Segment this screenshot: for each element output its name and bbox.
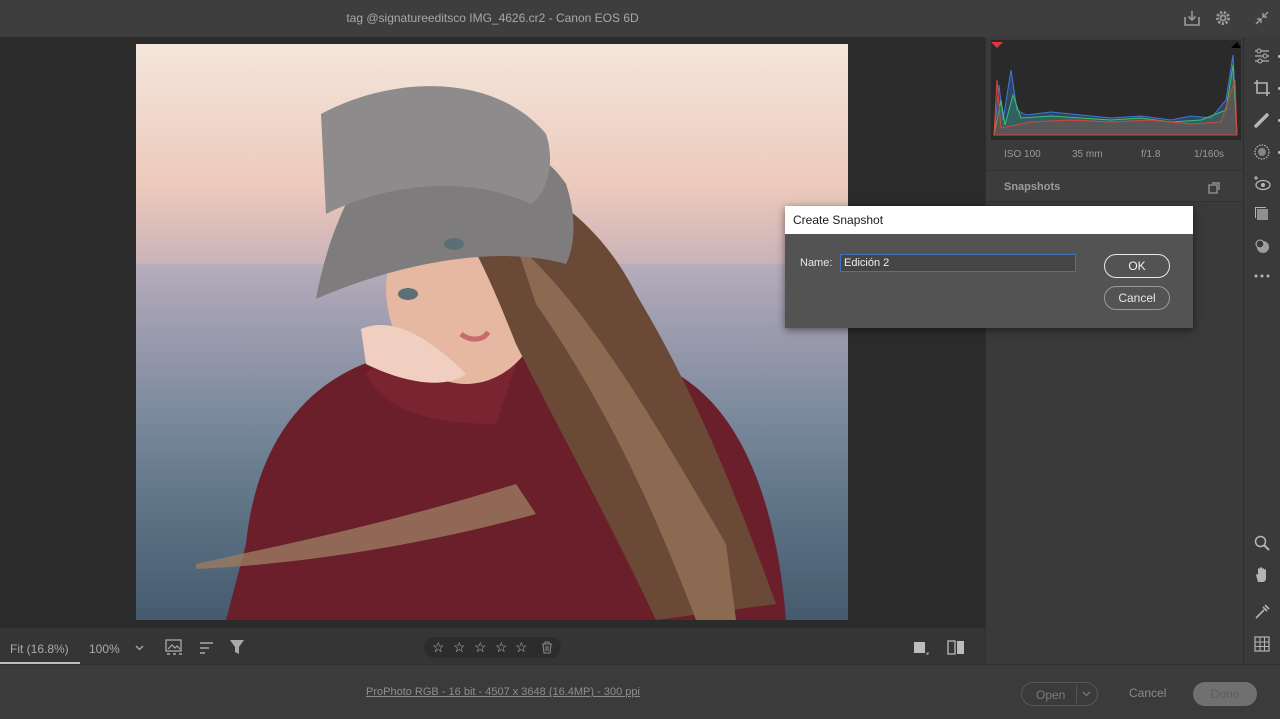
snapshot-name-input[interactable] xyxy=(840,254,1076,272)
presets-icon[interactable] xyxy=(1253,237,1271,255)
snapshots-icon[interactable] xyxy=(1253,205,1271,223)
red-eye-icon[interactable] xyxy=(1253,175,1271,193)
gear-icon[interactable] xyxy=(1214,9,1232,27)
bottom-bar: ProPhoto RGB - 16 bit - 4507 x 3648 (16.… xyxy=(0,664,1280,719)
dialog-header: Create Snapshot xyxy=(785,206,1193,234)
filmstrip-icon[interactable] xyxy=(165,639,185,656)
workflow-options-link[interactable]: ProPhoto RGB - 16 bit - 4507 x 3648 (16.… xyxy=(366,686,640,698)
before-after-icon[interactable] xyxy=(913,641,929,655)
zoom-fit-button[interactable]: Fit (16.8%) xyxy=(10,642,69,656)
new-snapshot-icon[interactable] xyxy=(1208,182,1220,194)
masking-icon[interactable] xyxy=(1253,143,1271,161)
highlight-clip-warning-icon[interactable] xyxy=(1231,42,1241,48)
open-button-label: Open xyxy=(1036,688,1066,702)
ok-button[interactable]: OK xyxy=(1104,254,1170,278)
collapse-icon[interactable] xyxy=(1253,9,1271,27)
save-icon[interactable] xyxy=(1183,9,1201,27)
open-divider xyxy=(1076,685,1077,703)
dialog-cancel-button[interactable]: Cancel xyxy=(1104,286,1170,310)
rating-star-4[interactable]: ☆ xyxy=(495,639,508,656)
zoom-icon[interactable] xyxy=(1253,534,1271,552)
snapshots-title: Snapshots xyxy=(1004,181,1061,193)
filter-icon[interactable] xyxy=(229,639,247,656)
done-button[interactable]: Done xyxy=(1193,682,1257,706)
camera-raw-window: tag @signatureeditsco IMG_4626.cr2 - Can… xyxy=(0,0,1280,719)
grid-overlay-icon[interactable] xyxy=(1253,635,1271,653)
rating-star-2[interactable]: ☆ xyxy=(453,639,466,656)
title-bar: tag @signatureeditsco IMG_4626.cr2 - Can… xyxy=(0,0,1280,37)
shadow-clip-warning-icon[interactable] xyxy=(991,42,1003,48)
focal-value: 35 mm xyxy=(1072,149,1103,160)
cancel-button[interactable]: Cancel xyxy=(1129,686,1166,700)
aperture-value: f/1.8 xyxy=(1141,149,1161,160)
window-title: tag @signatureeditsco IMG_4626.cr2 - Can… xyxy=(346,11,639,25)
hand-icon[interactable] xyxy=(1253,566,1271,584)
histogram-graph xyxy=(991,42,1241,136)
tool-strip xyxy=(1243,37,1280,664)
sort-icon[interactable] xyxy=(199,640,217,656)
open-button[interactable]: Open xyxy=(1021,682,1098,706)
photo-preview[interactable] xyxy=(136,44,848,620)
edit-sliders-icon[interactable] xyxy=(1253,47,1271,65)
rating-star-3[interactable]: ☆ xyxy=(474,639,487,656)
sampler-icon[interactable] xyxy=(1253,603,1271,621)
star-rating: ☆ ☆ ☆ ☆ ☆ xyxy=(424,637,561,658)
create-snapshot-dialog: Create Snapshot Name: OK Cancel xyxy=(785,206,1193,328)
zoom-level-select[interactable]: 100% xyxy=(89,642,120,656)
chevron-down-icon[interactable] xyxy=(1082,691,1091,697)
shutter-value: 1/160s xyxy=(1194,149,1225,160)
dialog-title: Create Snapshot xyxy=(793,213,884,227)
portrait-illustration xyxy=(196,86,786,620)
right-panel: ISO 100 35 mm f/1.8 1/160s Snapshots xyxy=(985,37,1244,664)
name-label: Name: xyxy=(800,257,833,269)
snapshots-header: Snapshots xyxy=(986,170,1244,202)
more-options-icon[interactable] xyxy=(1253,267,1271,285)
trash-icon[interactable] xyxy=(541,641,553,654)
histogram xyxy=(991,40,1241,140)
rating-star-5[interactable]: ☆ xyxy=(515,639,528,656)
iso-value: ISO 100 xyxy=(1004,149,1041,160)
crop-icon[interactable] xyxy=(1253,79,1271,97)
healing-brush-icon[interactable] xyxy=(1253,111,1271,129)
compare-view-icon[interactable] xyxy=(947,639,965,656)
view-toolbar: Fit (16.8%) 100% ☆ ☆ ☆ ☆ ☆ xyxy=(0,627,985,664)
rating-star-1[interactable]: ☆ xyxy=(432,639,445,656)
camera-info: ISO 100 35 mm f/1.8 1/160s xyxy=(986,146,1244,166)
chevron-down-icon[interactable] xyxy=(135,645,144,651)
image-preview-area[interactable] xyxy=(0,37,985,627)
